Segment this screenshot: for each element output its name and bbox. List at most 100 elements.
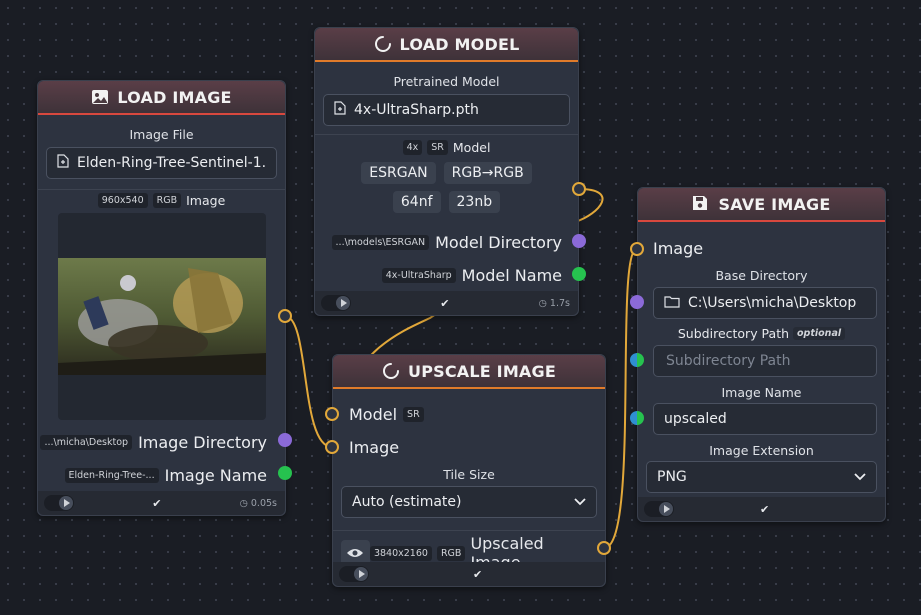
image-name-label: Image Name [721, 385, 802, 400]
enable-toggle[interactable] [644, 501, 674, 517]
image-name-badge: Elden-Ring-Tree-... [64, 468, 159, 483]
subdirectory-label: Subdirectory Path [677, 326, 790, 341]
image-extension-select[interactable]: PNG [646, 461, 877, 493]
model-name-badge: 4x-UltraSharp [381, 268, 456, 283]
timer-value: 0.05s [250, 497, 277, 509]
chevron-down-icon [574, 494, 586, 510]
enable-toggle[interactable] [44, 495, 74, 511]
image-file-picker[interactable]: Elden-Ring-Tree-Sentinel-1... [46, 147, 277, 179]
color-badge: RGB [152, 193, 182, 208]
folder-icon [664, 295, 680, 312]
image-input-port[interactable] [325, 440, 339, 454]
load-image-header[interactable]: LOAD IMAGE [38, 81, 285, 115]
wire-upscaled-to-save [603, 248, 638, 549]
model-input-port[interactable] [325, 407, 339, 421]
model-directory-port[interactable] [572, 234, 586, 248]
upscaled-output-port[interactable] [597, 541, 611, 555]
image-extension-value: PNG [657, 469, 687, 485]
image-name-port[interactable] [278, 466, 292, 480]
loading-icon [374, 35, 392, 53]
dims-badge: 960x540 [97, 193, 148, 208]
chip-nb: 23nb [448, 191, 501, 213]
image-preview-header: 960x540 RGB Image [38, 193, 285, 208]
wire-image-to-upscale [284, 315, 333, 448]
image-directory-label: Image Directory [138, 433, 267, 452]
divider [315, 134, 578, 135]
save-image-input: Image [653, 239, 703, 258]
file-icon [334, 101, 346, 119]
image-icon [91, 88, 109, 106]
image-name-label: Image Name [164, 466, 267, 485]
save-image-input-label: Image [653, 239, 704, 258]
preview-picture [58, 258, 266, 375]
image-file-label: Image File [129, 127, 194, 142]
image-name-value: upscaled [664, 411, 727, 427]
chevron-down-icon [854, 469, 866, 485]
model-output-port[interactable] [572, 182, 586, 196]
upscale-footer: ✔ [333, 562, 605, 586]
check-icon: ✔ [152, 496, 162, 510]
out-color-badge: RGB [436, 545, 466, 561]
divider [38, 189, 285, 190]
load-image-title: LOAD IMAGE [117, 87, 232, 107]
image-extension-label: Image Extension [709, 443, 814, 458]
subdirectory-text[interactable] [664, 352, 866, 370]
timer-value: 1.7s [549, 297, 570, 309]
save-image-node[interactable]: SAVE IMAGE Image Base Directory C:\Users… [637, 187, 886, 522]
image-name-port[interactable] [630, 411, 644, 425]
tile-size-select[interactable]: Auto (estimate) [341, 486, 597, 518]
save-image-header[interactable]: SAVE IMAGE [638, 188, 885, 222]
image-directory-output: ...\micha\Desktop Image Directory [40, 433, 267, 452]
image-output-port[interactable] [278, 309, 292, 323]
play-icon [336, 296, 350, 310]
base-directory-port[interactable] [630, 295, 644, 309]
timer: ◷ 1.7s [539, 298, 570, 309]
enable-toggle[interactable] [321, 295, 351, 311]
tile-size-value: Auto (estimate) [352, 494, 462, 510]
image-name-output: Elden-Ring-Tree-... Image Name [64, 466, 267, 485]
model-input-badge: SR [403, 407, 424, 422]
subdirectory-port[interactable] [630, 353, 644, 367]
model-output-header: 4x SR Model [315, 140, 578, 155]
base-directory-picker[interactable]: C:\Users\micha\Desktop [653, 287, 877, 319]
check-icon: ✔ [473, 567, 483, 581]
play-icon [354, 567, 368, 581]
chip-arch: ESRGAN [361, 162, 436, 184]
play-icon [659, 502, 673, 516]
model-directory-label: Model Directory [435, 233, 562, 252]
load-image-node[interactable]: LOAD IMAGE Image File Elden-Ring-Tree-Se… [37, 80, 286, 516]
preview-label: Image [186, 193, 226, 208]
save-image-footer: ✔ [638, 497, 885, 521]
image-preview[interactable] [58, 213, 266, 420]
model-name-port[interactable] [572, 267, 586, 281]
model-name-output: 4x-UltraSharp Model Name [381, 266, 562, 285]
image-directory-port[interactable] [278, 433, 292, 447]
check-icon: ✔ [440, 296, 450, 310]
out-dims-badge: 3840x2160 [369, 545, 432, 561]
chip-nf: 64nf [392, 191, 441, 213]
model-output-label: Model [452, 140, 491, 155]
upscale-image-header[interactable]: UPSCALE IMAGE [333, 355, 605, 389]
loading-icon [382, 362, 400, 380]
enable-toggle[interactable] [339, 566, 369, 582]
check-icon: ✔ [760, 502, 770, 516]
save-image-input-port[interactable] [630, 242, 644, 256]
base-directory-label: Base Directory [715, 268, 808, 283]
upscale-image-title: UPSCALE IMAGE [408, 361, 556, 381]
image-name-input[interactable]: upscaled [653, 403, 877, 435]
clock-icon: ◷ [538, 297, 547, 309]
load-model-node[interactable]: LOAD MODEL Pretrained Model 4x-UltraShar… [314, 27, 579, 316]
load-model-header[interactable]: LOAD MODEL [315, 28, 578, 62]
divider [333, 530, 605, 531]
clock-icon: ◷ [239, 497, 248, 509]
upscale-image-node[interactable]: UPSCALE IMAGE Model SR Image Tile Size A… [332, 354, 606, 587]
image-file-value: Elden-Ring-Tree-Sentinel-1... [77, 155, 266, 171]
type-badge: SR [427, 140, 448, 155]
subdirectory-input[interactable] [653, 345, 877, 377]
timer: ◷ 0.05s [240, 498, 277, 509]
model-dir-badge: ...\models\ESRGAN [331, 235, 430, 250]
pretrained-model-picker[interactable]: 4x-UltraSharp.pth [323, 94, 570, 126]
model-name-label: Model Name [461, 266, 562, 285]
pretrained-model-value: 4x-UltraSharp.pth [354, 102, 479, 118]
file-icon [57, 154, 69, 172]
